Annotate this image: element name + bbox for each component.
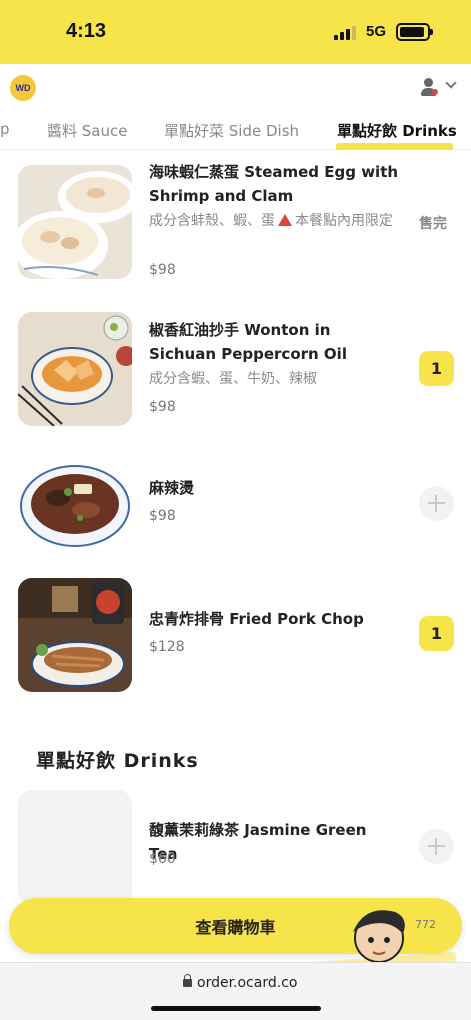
tab-sauce[interactable]: 醬料 Sauce: [47, 120, 127, 141]
add-item-button[interactable]: [419, 486, 454, 521]
chevron-down-icon: [445, 77, 457, 89]
tab-prev[interactable]: p: [0, 120, 10, 138]
quantity-badge[interactable]: 1: [419, 351, 454, 386]
user-menu-button[interactable]: [420, 76, 460, 100]
item-photo-steamed-egg: [18, 165, 132, 279]
url-text[interactable]: order.ocard.co: [197, 975, 297, 991]
notification-dot: [432, 89, 438, 95]
item-desc-note: 本餐點內用限定: [295, 213, 393, 229]
item-name[interactable]: 馥薰茉莉綠茶 Jasmine Green Tea: [149, 818, 399, 866]
item-photo-wonton: [18, 312, 132, 426]
quantity-badge[interactable]: 1: [419, 616, 454, 651]
item-name[interactable]: 椒香紅油抄手 Wonton in Sichuan Peppercorn Oil: [149, 318, 399, 366]
item-photo-placeholder: [18, 790, 132, 904]
battery-icon: [396, 23, 433, 41]
network-label: 5G: [366, 23, 387, 40]
status-bar: 4:13 5G: [0, 0, 471, 64]
item-name[interactable]: 忠青炸排骨 Fried Pork Chop: [149, 607, 399, 631]
browser-address-bar[interactable]: [0, 962, 471, 1020]
signal-icon: [334, 24, 360, 40]
item-description: 成分含蚌殼、蝦、蛋 本餐點內用限定: [149, 211, 399, 232]
home-indicator[interactable]: [151, 1006, 321, 1011]
item-photo-pork-chop: [18, 578, 132, 692]
item-price: $98: [149, 399, 176, 415]
item-photo-mala-tang: [18, 448, 132, 562]
user-icon: [424, 78, 433, 87]
tab-drinks[interactable]: 單點好飲 Drinks: [337, 120, 457, 141]
item-price: $98: [149, 262, 176, 278]
section-title-drinks: 單點好飲 Drinks: [36, 750, 199, 772]
status-time: 4:13: [66, 20, 107, 42]
warning-icon: [278, 214, 292, 226]
active-tab-indicator: [336, 143, 453, 150]
item-desc-text: 成分含蚌殼、蝦、蛋: [149, 213, 275, 229]
item-price: $128: [149, 639, 185, 655]
item-name[interactable]: 海味蝦仁蒸蛋 Steamed Egg with Shrimp and Clam: [149, 160, 399, 208]
item-price: $98: [149, 508, 176, 524]
item-description: 成分含蝦、蛋、牛奶、辣椒: [149, 371, 317, 387]
item-name[interactable]: 麻辣燙: [149, 476, 399, 500]
sold-out-label: 售完: [419, 216, 447, 232]
app-header: [0, 64, 471, 112]
brand-logo[interactable]: WD: [10, 75, 36, 101]
add-item-button[interactable]: [419, 829, 454, 864]
lock-icon: [183, 974, 192, 987]
tab-side-dish[interactable]: 單點好菜 Side Dish: [164, 120, 299, 141]
item-price: $60: [149, 851, 176, 867]
